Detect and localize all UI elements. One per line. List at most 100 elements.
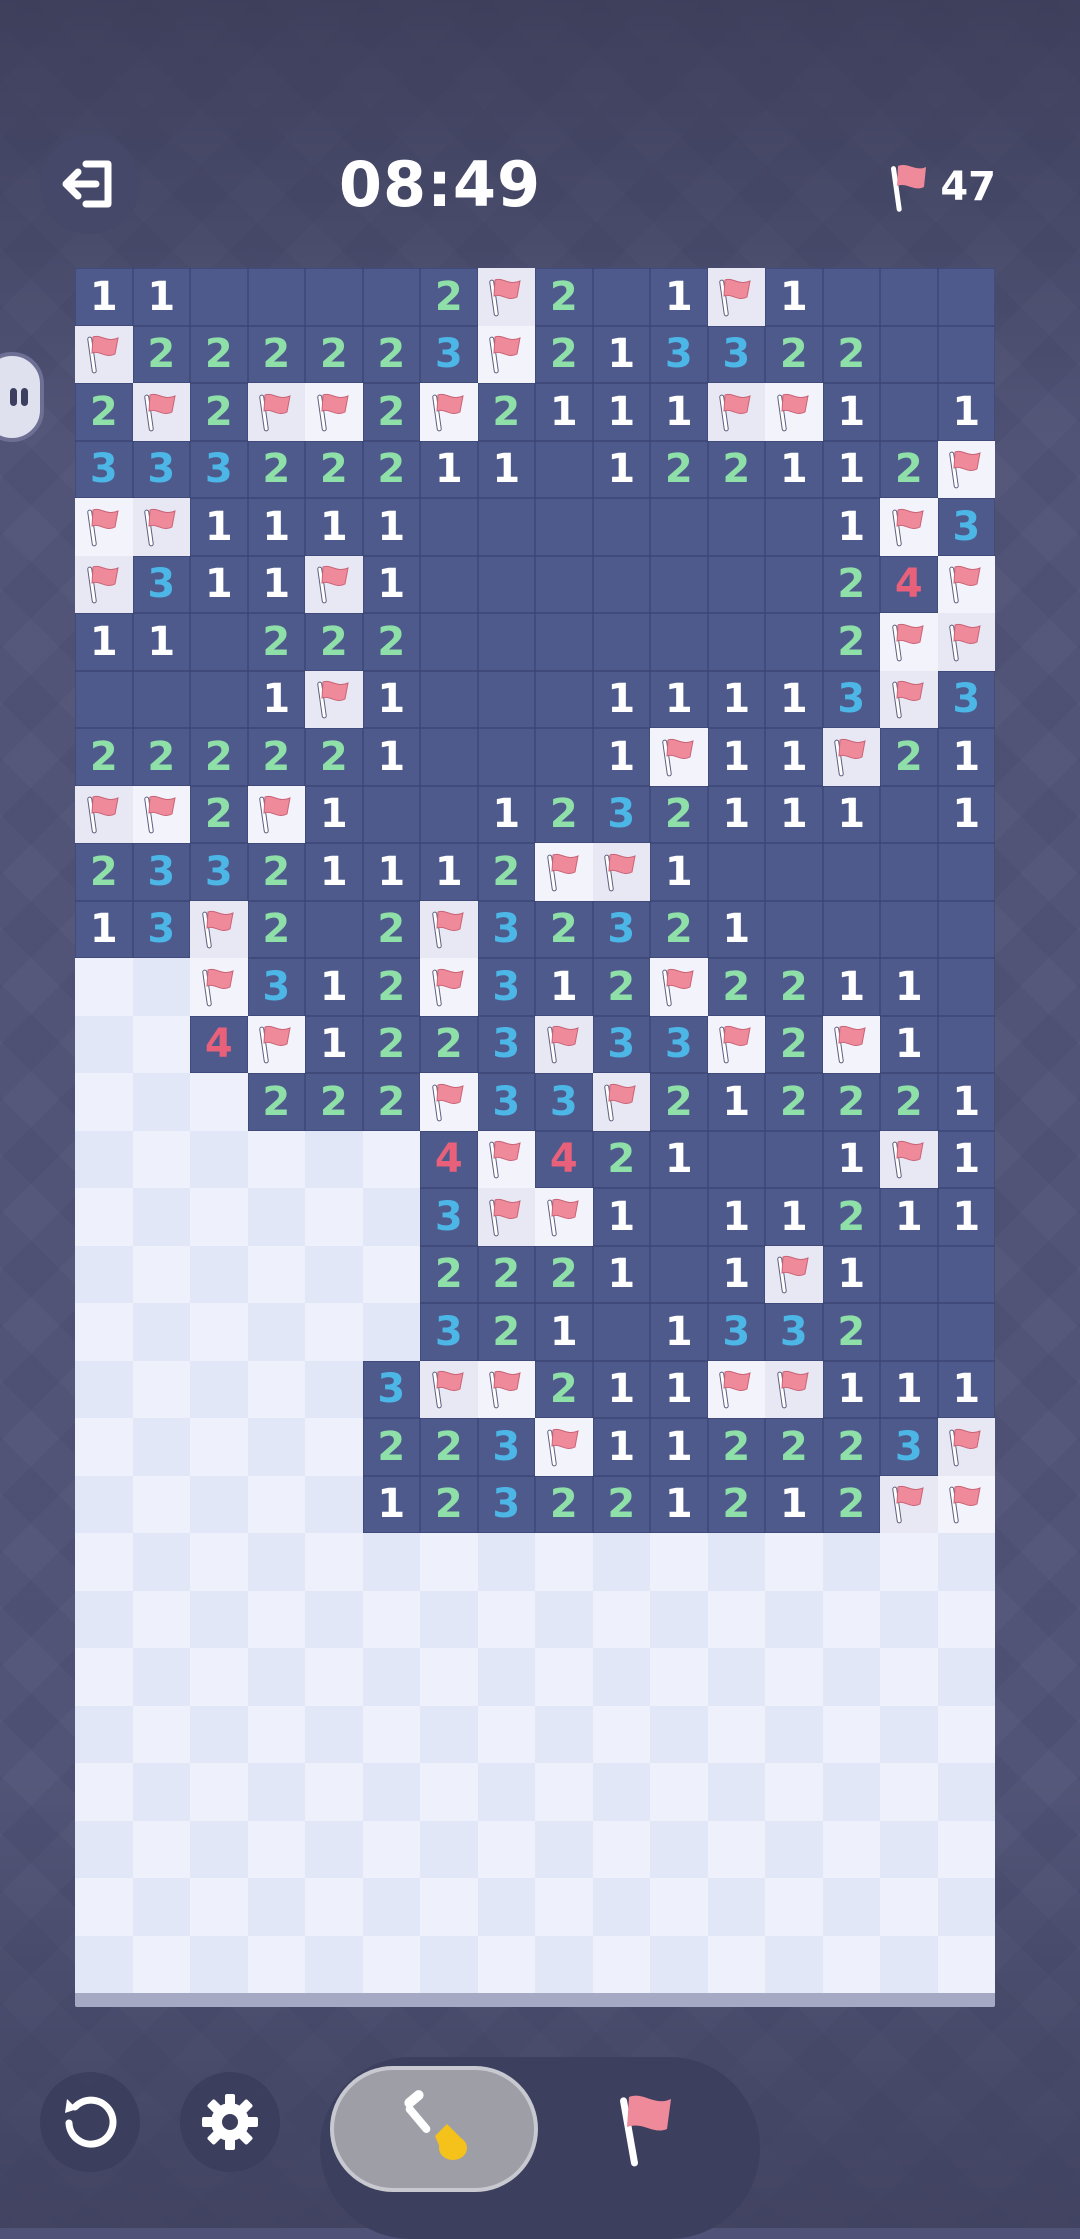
cell-number[interactable]: 1 [477, 440, 535, 498]
cell-unrevealed[interactable] [880, 1705, 938, 1763]
cell-empty[interactable] [880, 900, 938, 958]
cell-number[interactable]: 3 [132, 555, 190, 613]
cell-empty[interactable] [650, 1188, 708, 1246]
cell-number[interactable]: 1 [247, 498, 305, 556]
cell-number[interactable]: 2 [190, 728, 248, 786]
cell-number[interactable]: 2 [535, 1475, 593, 1533]
cell-number[interactable]: 2 [707, 1418, 765, 1476]
cell-flagged[interactable] [420, 1073, 478, 1131]
cell-number[interactable]: 4 [190, 1015, 248, 1073]
settings-button[interactable] [180, 2072, 280, 2172]
cell-unrevealed[interactable] [880, 1533, 938, 1591]
cell-flagged[interactable] [190, 958, 248, 1016]
cell-empty[interactable] [937, 958, 995, 1016]
cell-unrevealed[interactable] [362, 1533, 420, 1591]
cell-number[interactable]: 3 [650, 325, 708, 383]
cell-unrevealed[interactable] [247, 1763, 305, 1821]
cell-number[interactable]: 1 [822, 383, 880, 441]
cell-unrevealed[interactable] [650, 1763, 708, 1821]
cell-number[interactable]: 3 [707, 1303, 765, 1361]
cell-unrevealed[interactable] [650, 1590, 708, 1648]
cell-number[interactable]: 1 [190, 555, 248, 613]
cell-unrevealed[interactable] [937, 1705, 995, 1763]
cell-unrevealed[interactable] [707, 1533, 765, 1591]
cell-empty[interactable] [880, 843, 938, 901]
cell-empty[interactable] [765, 555, 823, 613]
cell-number[interactable]: 1 [937, 785, 995, 843]
cell-empty[interactable] [707, 1130, 765, 1188]
cell-number[interactable]: 2 [707, 440, 765, 498]
cell-unrevealed[interactable] [362, 1130, 420, 1188]
cell-empty[interactable] [707, 613, 765, 671]
cell-unrevealed[interactable] [305, 1820, 363, 1878]
cell-unrevealed[interactable] [132, 1015, 190, 1073]
cell-number[interactable]: 2 [362, 440, 420, 498]
cell-number[interactable]: 2 [477, 383, 535, 441]
cell-unrevealed[interactable] [132, 1245, 190, 1303]
cell-unrevealed[interactable] [132, 1533, 190, 1591]
minefield-board[interactable]: 1122112222232133222222111113332221112211… [75, 268, 995, 2007]
cell-flagged[interactable] [937, 1418, 995, 1476]
cell-empty[interactable] [707, 498, 765, 556]
cell-unrevealed[interactable] [822, 1590, 880, 1648]
cell-unrevealed[interactable] [362, 1820, 420, 1878]
cell-number[interactable]: 2 [190, 325, 248, 383]
cell-number[interactable]: 1 [765, 728, 823, 786]
cell-number[interactable]: 1 [707, 1188, 765, 1246]
cell-number[interactable]: 2 [535, 785, 593, 843]
cell-unrevealed[interactable] [822, 1533, 880, 1591]
cell-unrevealed[interactable] [247, 1935, 305, 1993]
cell-number[interactable]: 1 [937, 728, 995, 786]
cell-number[interactable]: 1 [650, 383, 708, 441]
cell-empty[interactable] [765, 613, 823, 671]
cell-empty[interactable] [880, 383, 938, 441]
cell-unrevealed[interactable] [247, 1878, 305, 1936]
cell-number[interactable]: 2 [247, 843, 305, 901]
cell-flagged[interactable] [880, 613, 938, 671]
cell-number[interactable]: 2 [362, 1418, 420, 1476]
cell-empty[interactable] [477, 670, 535, 728]
cell-number[interactable]: 3 [650, 1015, 708, 1073]
cell-number[interactable]: 3 [937, 498, 995, 556]
cell-flagged[interactable] [535, 1418, 593, 1476]
cell-number[interactable]: 3 [420, 325, 478, 383]
cell-unrevealed[interactable] [765, 1878, 823, 1936]
cell-number[interactable]: 1 [305, 785, 363, 843]
cell-unrevealed[interactable] [247, 1590, 305, 1648]
cell-flagged[interactable] [477, 268, 535, 326]
cell-number[interactable]: 1 [822, 1245, 880, 1303]
cell-number[interactable]: 1 [132, 268, 190, 326]
cell-unrevealed[interactable] [132, 1763, 190, 1821]
cell-unrevealed[interactable] [190, 1590, 248, 1648]
cell-number[interactable]: 2 [822, 613, 880, 671]
cell-flagged[interactable] [937, 613, 995, 671]
cell-number[interactable]: 1 [592, 670, 650, 728]
cell-unrevealed[interactable] [592, 1648, 650, 1706]
cell-number[interactable]: 2 [362, 958, 420, 1016]
cell-flagged[interactable] [132, 383, 190, 441]
cell-empty[interactable] [420, 613, 478, 671]
cell-number[interactable]: 3 [880, 1418, 938, 1476]
cell-number[interactable]: 1 [132, 613, 190, 671]
cell-number[interactable]: 2 [822, 1475, 880, 1533]
cell-unrevealed[interactable] [190, 1820, 248, 1878]
cell-unrevealed[interactable] [247, 1705, 305, 1763]
cell-unrevealed[interactable] [75, 1475, 133, 1533]
cell-unrevealed[interactable] [420, 1533, 478, 1591]
cell-number[interactable]: 1 [592, 440, 650, 498]
cell-flagged[interactable] [880, 670, 938, 728]
cell-empty[interactable] [937, 1015, 995, 1073]
cell-number[interactable]: 2 [190, 785, 248, 843]
cell-unrevealed[interactable] [362, 1303, 420, 1361]
cell-unrevealed[interactable] [420, 1590, 478, 1648]
cell-number[interactable]: 2 [420, 1245, 478, 1303]
cell-flagged[interactable] [535, 843, 593, 901]
cell-unrevealed[interactable] [707, 1705, 765, 1763]
cell-empty[interactable] [420, 728, 478, 786]
cell-unrevealed[interactable] [190, 1878, 248, 1936]
cell-unrevealed[interactable] [190, 1188, 248, 1246]
cell-number[interactable]: 2 [305, 440, 363, 498]
cell-unrevealed[interactable] [247, 1418, 305, 1476]
cell-number[interactable]: 2 [362, 1015, 420, 1073]
cell-number[interactable]: 2 [247, 1073, 305, 1131]
